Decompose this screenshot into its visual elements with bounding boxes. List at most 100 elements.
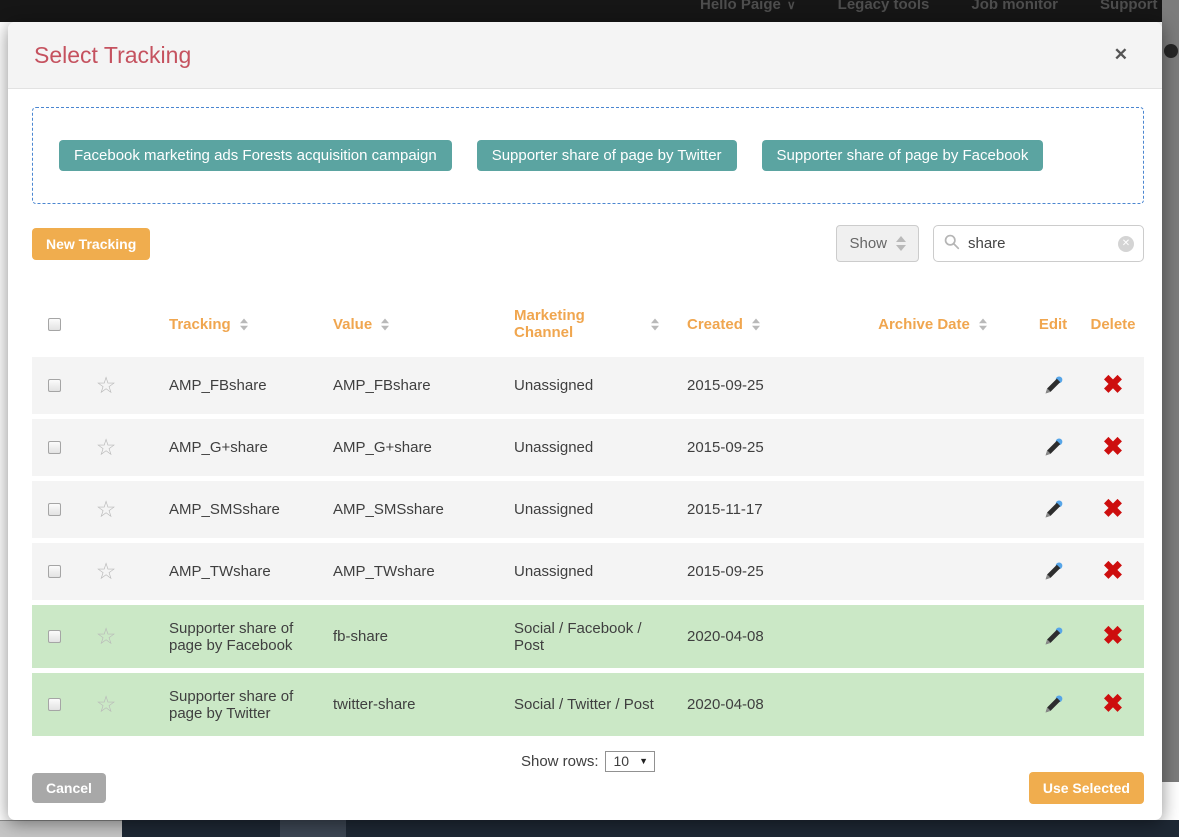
cell-created: 2015-09-25 (674, 439, 842, 456)
modal-body: Facebook marketing ads Forests acquisiti… (8, 89, 1162, 772)
cell-created: 2020-04-08 (674, 628, 842, 645)
table-row: ☆ AMP_TWshare AMP_TWshare Unassigned 201… (32, 543, 1144, 600)
nav-legacy-tools[interactable]: Legacy tools (838, 0, 930, 13)
show-rows-label: Show rows: (521, 753, 599, 770)
cell-value: AMP_G+share (318, 439, 496, 456)
table-row-selected: ☆ Supporter share of page by Twitter twi… (32, 673, 1144, 736)
cell-value: twitter-share (318, 696, 496, 713)
star-icon[interactable]: ☆ (96, 498, 117, 521)
clear-search-icon[interactable]: ✕ (1118, 236, 1134, 252)
select-tracking-modal: Select Tracking ✕ Facebook marketing ads… (8, 22, 1162, 820)
sort-header-channel[interactable]: Marketing Channel (496, 307, 674, 341)
modal-footer: Cancel Use Selected (8, 772, 1162, 820)
dropdown-spinner-icon (896, 236, 906, 251)
row-checkbox[interactable] (48, 379, 61, 392)
cell-channel: Unassigned (496, 439, 674, 456)
use-selected-button[interactable]: Use Selected (1029, 772, 1144, 804)
tracking-chip[interactable]: Supporter share of page by Facebook (762, 140, 1044, 171)
table-row: ☆ AMP_FBshare AMP_FBshare Unassigned 201… (32, 357, 1144, 414)
hidden-widget-fragment (1164, 44, 1178, 58)
sort-icon (240, 318, 248, 330)
nav-job-monitor[interactable]: Job monitor (971, 0, 1058, 13)
row-checkbox[interactable] (48, 565, 61, 578)
cell-tracking: Supporter share of page by Facebook (135, 620, 318, 654)
sort-header-tracking[interactable]: Tracking (135, 316, 318, 333)
cell-value: AMP_FBshare (318, 377, 496, 394)
sort-icon (979, 318, 987, 330)
backdrop-segment (280, 820, 346, 837)
cell-channel: Unassigned (496, 501, 674, 518)
tracking-chip[interactable]: Supporter share of page by Twitter (477, 140, 737, 171)
cell-value: AMP_SMSshare (318, 501, 496, 518)
search-box: ✕ (933, 225, 1144, 262)
nav-greeting[interactable]: Hello Paige∨ (700, 0, 796, 13)
cell-tracking: AMP_SMSshare (135, 501, 318, 518)
show-filter-label: Show (849, 235, 887, 252)
cell-created: 2015-09-25 (674, 377, 842, 394)
table-row: ☆ AMP_SMSshare AMP_SMSshare Unassigned 2… (32, 481, 1144, 538)
edit-pencil-icon[interactable] (1042, 375, 1064, 397)
cell-channel: Unassigned (496, 563, 674, 580)
cell-value: AMP_TWshare (318, 563, 496, 580)
star-icon[interactable]: ☆ (96, 560, 117, 583)
sort-header-archive-date[interactable]: Archive Date (842, 316, 1024, 333)
screen: Hello Paige∨ Legacy tools Job monitor Su… (0, 0, 1179, 837)
show-rows-select[interactable]: 10 ▼ (605, 751, 656, 772)
select-caret-icon: ▼ (639, 756, 648, 766)
edit-pencil-icon[interactable] (1042, 626, 1064, 648)
star-icon[interactable]: ☆ (96, 374, 117, 397)
search-input[interactable] (968, 235, 1110, 252)
delete-x-icon[interactable]: ✖ (1103, 624, 1124, 649)
toolbar: New Tracking Show ✕ (32, 225, 1144, 262)
delete-x-icon[interactable]: ✖ (1103, 373, 1124, 398)
pagination: Show rows: 10 ▼ (32, 751, 1144, 772)
edit-pencil-icon[interactable] (1042, 437, 1064, 459)
header-delete: Delete (1082, 316, 1144, 333)
sort-icon (752, 318, 760, 330)
sort-header-value[interactable]: Value (318, 316, 496, 333)
row-checkbox[interactable] (48, 441, 61, 454)
backdrop-segment (0, 820, 122, 837)
selected-trackings-box: Facebook marketing ads Forests acquisiti… (32, 107, 1144, 204)
cell-tracking: AMP_TWshare (135, 563, 318, 580)
cell-channel: Social / Facebook / Post (496, 620, 674, 654)
modal-header: Select Tracking ✕ (8, 22, 1162, 89)
cell-channel: Unassigned (496, 377, 674, 394)
edit-pencil-icon[interactable] (1042, 561, 1064, 583)
delete-x-icon[interactable]: ✖ (1103, 497, 1124, 522)
delete-x-icon[interactable]: ✖ (1103, 692, 1124, 717)
page-title: Select Tracking (34, 42, 191, 69)
delete-x-icon[interactable]: ✖ (1103, 559, 1124, 584)
cell-channel: Social / Twitter / Post (496, 696, 674, 713)
star-icon[interactable]: ☆ (96, 436, 117, 459)
cell-tracking: AMP_FBshare (135, 377, 318, 394)
page-backdrop-bottom (0, 820, 1179, 837)
edit-pencil-icon[interactable] (1042, 694, 1064, 716)
new-tracking-button[interactable]: New Tracking (32, 228, 150, 260)
select-all-checkbox[interactable] (48, 318, 61, 331)
delete-x-icon[interactable]: ✖ (1103, 435, 1124, 460)
chevron-down-icon: ∨ (787, 0, 796, 12)
table-row-selected: ☆ Supporter share of page by Facebook fb… (32, 605, 1144, 668)
nav-support[interactable]: Support (1100, 0, 1158, 13)
star-icon[interactable]: ☆ (96, 693, 117, 716)
edit-pencil-icon[interactable] (1042, 499, 1064, 521)
tracking-table: Tracking Value Marketing Channel Created… (32, 294, 1144, 736)
cell-tracking: Supporter share of page by Twitter (135, 688, 318, 722)
sort-header-created[interactable]: Created (674, 316, 842, 333)
cell-tracking: AMP_G+share (135, 439, 318, 456)
row-checkbox[interactable] (48, 503, 61, 516)
close-icon[interactable]: ✕ (1106, 41, 1136, 69)
cell-created: 2015-09-25 (674, 563, 842, 580)
tracking-chip[interactable]: Facebook marketing ads Forests acquisiti… (59, 140, 452, 171)
table-header-row: Tracking Value Marketing Channel Created… (32, 294, 1144, 354)
row-checkbox[interactable] (48, 630, 61, 643)
cell-value: fb-share (318, 628, 496, 645)
star-icon[interactable]: ☆ (96, 625, 117, 648)
cell-created: 2015-11-17 (674, 501, 842, 518)
row-checkbox[interactable] (48, 698, 61, 711)
cancel-button[interactable]: Cancel (32, 773, 106, 803)
search-icon (943, 233, 960, 255)
show-filter-dropdown[interactable]: Show (836, 225, 919, 262)
sort-icon (381, 318, 389, 330)
